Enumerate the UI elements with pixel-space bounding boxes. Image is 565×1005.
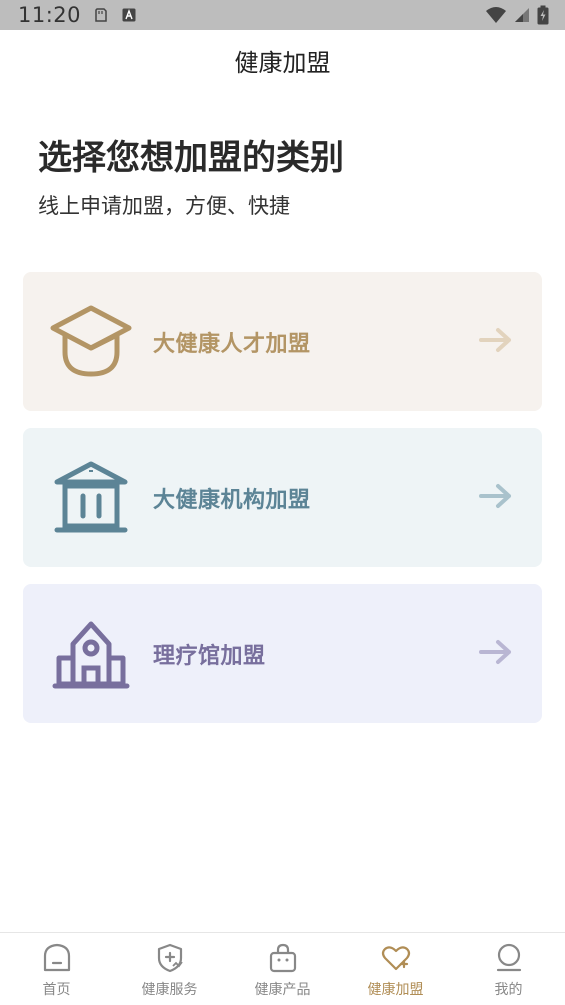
shield-plus-icon [153,941,187,975]
section-subheading: 线上申请加盟，方便、快捷 [38,194,290,218]
option-card-talent[interactable]: 大健康人才加盟 [23,272,542,411]
page-title: 健康加盟 [234,48,331,77]
top-bar: 健康加盟 [0,30,565,90]
clinic-house-icon [41,604,141,704]
profile-icon [492,941,526,975]
option-label: 大健康人才加盟 [153,331,311,357]
section-heading: 选择您想加盟的类别 [38,138,344,178]
tab-health-product[interactable]: 健康产品 [226,933,339,1005]
tab-mine[interactable]: 我的 [452,933,565,1005]
graduation-cap-icon [41,292,141,392]
tab-label: 健康加盟 [367,982,424,998]
status-bar: 11:20 [0,0,565,30]
tab-health-service[interactable]: 健康服务 [113,933,226,1005]
option-card-institution[interactable]: 大健康机构加盟 [23,428,542,567]
tab-health-join[interactable]: 健康加盟 [339,933,452,1005]
tab-label: 首页 [42,982,71,998]
option-card-clinic[interactable]: 理疗馆加盟 [23,584,542,723]
heart-plus-icon [379,941,413,975]
tab-label: 健康产品 [254,982,311,998]
institution-building-icon [41,448,141,548]
home-icon [40,941,74,975]
arrow-right-icon [478,326,514,358]
battery-charging-icon [537,5,549,29]
tab-label: 我的 [494,982,523,998]
wifi-icon [485,6,507,28]
tab-home[interactable]: 首页 [0,933,113,1005]
option-label: 大健康机构加盟 [153,487,311,513]
signal-icon [513,6,531,28]
arrow-right-icon [478,638,514,670]
keyboard-a-icon [121,7,137,23]
bottom-tab-bar: 首页 健康服务 健康产品 健康加盟 我的 [0,932,565,1005]
option-label: 理疗馆加盟 [153,643,266,669]
status-time: 11:20 [18,3,82,27]
sd-card-icon [93,7,109,23]
shopping-bag-icon [266,941,300,975]
arrow-right-icon [478,482,514,514]
tab-label: 健康服务 [141,982,198,998]
